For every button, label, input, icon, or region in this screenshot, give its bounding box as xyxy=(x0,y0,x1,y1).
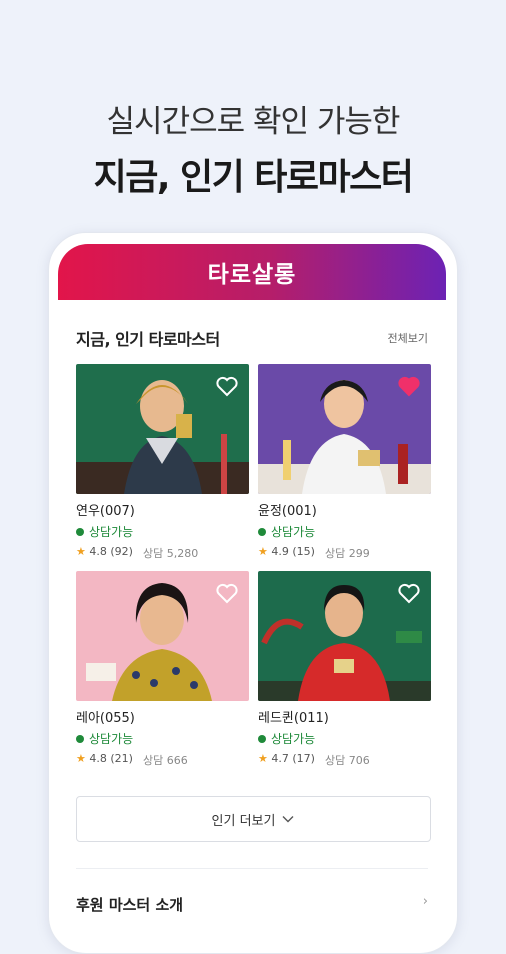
master-photo[interactable] xyxy=(258,571,431,701)
master-meta: ★ 4.7 (17) 상담 706 xyxy=(258,752,431,768)
rating-value: 4.9 xyxy=(271,545,289,558)
rating-value: 4.7 xyxy=(271,752,289,765)
heart-icon[interactable] xyxy=(215,374,239,398)
more-popular-button[interactable]: 인기 더보기 xyxy=(76,796,431,842)
master-card[interactable]: 레드퀸(011) 상담가능 ★ 4.7 (17) 상담 706 xyxy=(258,571,431,768)
section-title: 지금, 인기 타로마스터 xyxy=(76,330,220,349)
star-icon: ★ xyxy=(76,752,86,765)
status-label: 상담가능 xyxy=(271,525,316,539)
heart-icon[interactable] xyxy=(397,374,421,398)
chevron-down-icon xyxy=(282,816,294,823)
star-icon: ★ xyxy=(76,545,86,558)
master-card[interactable]: 레아(055) 상담가능 ★ 4.8 (21) 상담 666 xyxy=(76,571,249,768)
status-label: 상담가능 xyxy=(271,732,316,746)
star-icon: ★ xyxy=(258,752,268,765)
heart-icon[interactable] xyxy=(397,581,421,605)
view-all-link[interactable]: 전체보기 xyxy=(388,330,428,346)
status-dot xyxy=(258,527,266,536)
master-meta: ★ 4.9 (15) 상담 299 xyxy=(258,545,431,561)
master-grid: 연우(007) 상담가능 ★ 4.8 (92) 상담 5,280 윤정(001)… xyxy=(76,364,431,768)
master-name[interactable]: 레드퀸(011) xyxy=(258,707,431,726)
rating: ★ 4.8 (92) xyxy=(76,545,133,561)
status-label: 상담가능 xyxy=(89,732,134,746)
consult-count: 상담 666 xyxy=(142,754,188,767)
consult-count: 상담 5,280 xyxy=(142,547,199,560)
section-divider xyxy=(76,868,428,869)
master-name[interactable]: 레아(055) xyxy=(76,707,249,726)
master-name[interactable]: 윤정(001) xyxy=(258,500,431,519)
rating: ★ 4.7 (17) xyxy=(258,752,315,768)
rating: ★ 4.8 (21) xyxy=(76,752,133,768)
promo-subtitle: 실시간으로 확인 가능한 xyxy=(106,104,401,140)
status-badge: 상담가능 xyxy=(258,730,431,747)
rating-value: 4.8 xyxy=(89,545,107,558)
master-photo[interactable] xyxy=(76,364,249,494)
section-header: 지금, 인기 타로마스터 전체보기 xyxy=(76,326,428,350)
next-section-title: 후원 마스터 소개 xyxy=(76,896,184,914)
more-popular-label: 인기 더보기 xyxy=(211,813,276,829)
consult-count: 상담 706 xyxy=(324,754,370,767)
master-meta: ★ 4.8 (21) 상담 666 xyxy=(76,752,249,768)
review-count: (15) xyxy=(292,545,315,558)
status-badge: 상담가능 xyxy=(76,523,249,540)
review-count: (21) xyxy=(110,752,133,765)
master-photo[interactable] xyxy=(76,571,249,701)
brand-logo[interactable]: 타로살롱 xyxy=(208,255,297,289)
star-icon: ★ xyxy=(258,545,268,558)
review-count: (17) xyxy=(292,752,315,765)
promo-title: 지금, 인기 타로마스터 xyxy=(93,157,414,198)
master-card[interactable]: 윤정(001) 상담가능 ★ 4.9 (15) 상담 299 xyxy=(258,364,431,561)
status-dot xyxy=(258,734,266,743)
status-label: 상담가능 xyxy=(89,525,134,539)
master-photo[interactable] xyxy=(258,364,431,494)
consult-count: 상담 299 xyxy=(324,547,370,560)
chevron-right-icon[interactable]: › xyxy=(423,894,428,909)
app-screen: 타로살롱 지금, 인기 타로마스터 전체보기 연우(007) 상담가능 ★ 4.… xyxy=(58,244,446,924)
status-dot xyxy=(76,527,84,536)
master-name[interactable]: 연우(007) xyxy=(76,500,249,519)
status-badge: 상담가능 xyxy=(258,523,431,540)
rating: ★ 4.9 (15) xyxy=(258,545,315,561)
master-meta: ★ 4.8 (92) 상담 5,280 xyxy=(76,545,249,561)
status-dot xyxy=(76,734,84,743)
rating-value: 4.8 xyxy=(89,752,107,765)
status-badge: 상담가능 xyxy=(76,730,249,747)
review-count: (92) xyxy=(110,545,133,558)
heart-icon[interactable] xyxy=(215,581,239,605)
master-card[interactable]: 연우(007) 상담가능 ★ 4.8 (92) 상담 5,280 xyxy=(76,364,249,561)
app-header: 타로살롱 xyxy=(58,244,446,300)
